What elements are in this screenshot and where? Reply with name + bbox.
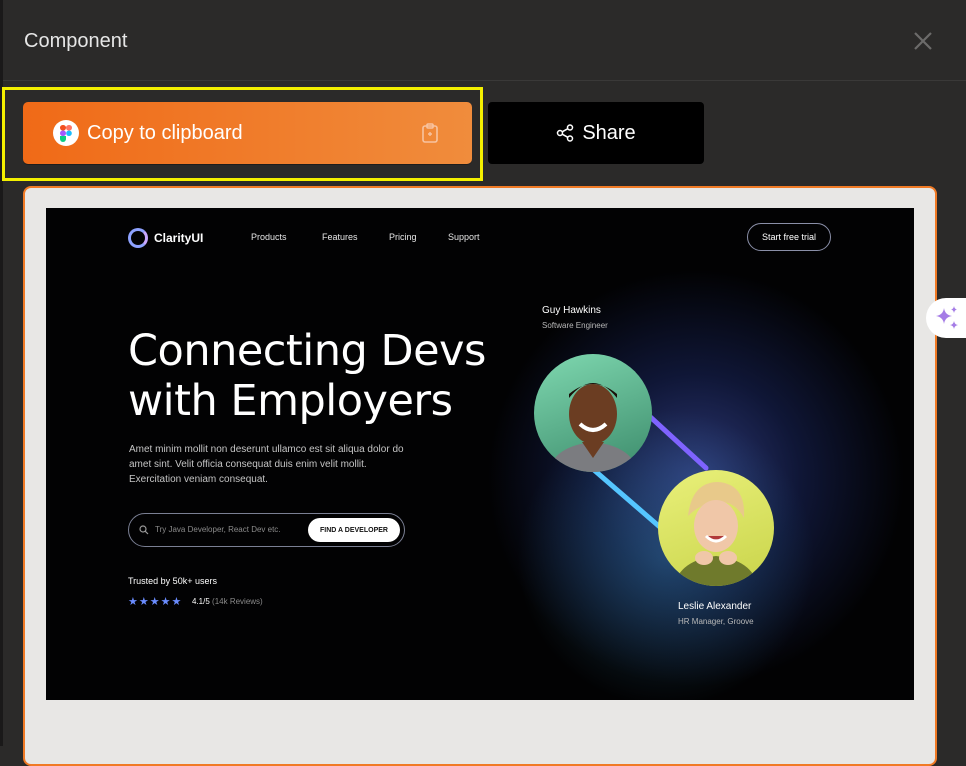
person2-role: HR Manager, Groove [678, 617, 754, 626]
close-icon[interactable] [910, 28, 936, 54]
person1-name: Guy Hawkins [542, 305, 601, 316]
copy-label: Copy to clipboard [87, 121, 243, 144]
clipboard-icon [420, 122, 440, 144]
person2-name: Leslie Alexander [678, 601, 752, 612]
ai-assistant-button[interactable] [926, 298, 966, 338]
panel-header: Component [3, 0, 966, 81]
panel-title: Component [24, 30, 128, 52]
component-preview[interactable]: ClarityUI Products Features Pricing Supp… [46, 208, 914, 700]
connector-lines [591, 410, 709, 531]
share-button[interactable]: Share [488, 102, 704, 164]
share-label: Share [582, 121, 636, 144]
sparkle-icon [936, 306, 958, 329]
avatar-guy-hawkins [534, 354, 652, 472]
avatar-leslie-alexander [658, 470, 774, 586]
copy-to-clipboard-button[interactable]: Copy to clipboard [23, 102, 472, 164]
person1-role: Software Engineer [542, 321, 608, 330]
share-icon [557, 124, 574, 142]
figma-icon [53, 120, 79, 146]
